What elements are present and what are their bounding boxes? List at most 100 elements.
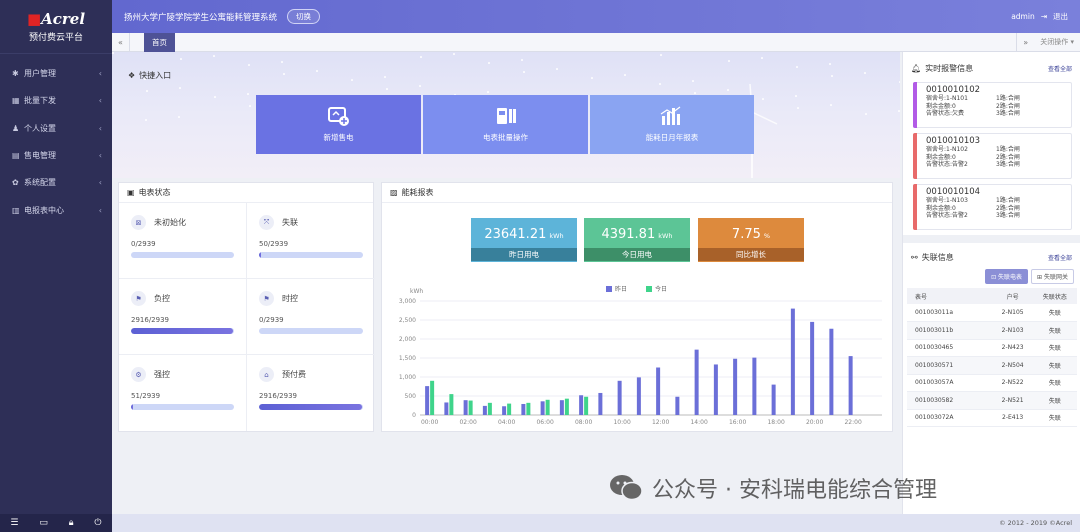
meter-batch-button[interactable]: 电表批量操作 — [423, 95, 588, 154]
bar-today — [545, 399, 550, 415]
alarm-meter-id: 0010010102 — [926, 85, 981, 95]
star — [797, 107, 799, 109]
alarm-dorm: 宿舍号:1-N101 — [926, 95, 968, 102]
legend-swatch — [606, 286, 612, 292]
growth-unit: % — [763, 232, 771, 240]
status-load-control[interactable]: ⚑ 负控 2916/2939 — [119, 279, 247, 355]
sidebar-item-label: 电报表中心 — [24, 205, 64, 215]
meter-status-grid: ⊠ 未初始化 0/2939 ⤧ 失联 50/2939 ⚑ 负控 2916/2939 ⚑… — [119, 203, 375, 431]
logout-button[interactable]: 退出 — [1053, 11, 1068, 22]
star — [179, 87, 181, 89]
alarm-meter-id: 0010010104 — [926, 187, 981, 197]
star — [351, 79, 353, 81]
column-room-no[interactable]: 户号 — [992, 288, 1033, 304]
tab-scroll-left-icon[interactable]: « — [112, 32, 130, 52]
alarm-state: 告警状态:告警2 — [926, 212, 968, 219]
sidebar-item-report-center[interactable]: ▥ 电报表中心 ‹ — [0, 196, 112, 223]
column-meter-no[interactable]: 表号 — [907, 288, 993, 304]
table-row[interactable]: 001003011b 2-N103 失联 — [907, 321, 1077, 340]
alarm-route-2: 2路:合闸 — [996, 102, 1020, 110]
bell-icon: 🔔︎ — [911, 63, 922, 73]
lost-header: ⚯ 失联信息 查看全部 — [903, 247, 1080, 267]
lock-icon[interactable]: 🔒︎ — [69, 518, 74, 528]
alarm-list: 0010010102 宿舍号:1-N101 1路:合闸 剩余金额:0 2路:合闸 告警状态… — [903, 82, 1080, 230]
energy-report-button[interactable]: 能耗日月年报表 — [590, 95, 754, 154]
status-forced-control[interactable]: ⚙ 强控 51/2939 — [119, 355, 247, 431]
alarm-card[interactable]: 0010010104 宿舍号:1-N103 1路:合闸 剩余金额:0 2路:合闸 告警状态… — [913, 184, 1072, 230]
tab-home[interactable]: 首页 — [144, 32, 175, 52]
status-time-control[interactable]: ⚑ 时控 0/2939 — [247, 279, 375, 355]
meter-status-panel: ▣ 电表状态 ⊠ 未初始化 0/2939 ⤧ 失联 50/2939 ⚑ 负控 2916… — [118, 182, 375, 432]
star — [420, 56, 422, 58]
table-row[interactable]: 001003057A 2-N522 失联 — [907, 374, 1077, 392]
star — [761, 57, 763, 59]
bar-yesterday — [579, 395, 584, 415]
table-row[interactable]: 001003011a 2-N105 失联 — [907, 304, 1077, 322]
stat-today: 4391.81 kWh 今日用电 — [584, 218, 690, 262]
chevron-left-icon: ‹ — [98, 178, 102, 188]
bar-today — [449, 394, 454, 415]
alarm-route-2: 2路:合闸 — [996, 204, 1020, 212]
status-uninitialized[interactable]: ⊠ 未初始化 0/2939 — [119, 203, 247, 279]
alarm-card[interactable]: 0010010103 宿舍号:1-N102 1路:合闸 剩余金额:0 2路:合闸 告警状态… — [913, 133, 1072, 179]
energy-bar-chart: kWh 0 500 1,000 1,500 2,000 2,500 3,000 00:00 02:… — [399, 285, 882, 426]
bar-today — [526, 402, 531, 415]
cell-meter-no: 001003011b — [907, 321, 993, 340]
column-lost-status[interactable]: 失联状态 — [1032, 288, 1077, 304]
apps-icon: ❖ — [128, 71, 136, 80]
bar-yesterday — [656, 367, 661, 415]
alarm-card[interactable]: 0010010102 宿舍号:1-N101 1路:合闸 剩余金额:0 2路:合闸 告警状态… — [913, 82, 1072, 128]
chevron-left-icon: ‹ — [98, 123, 102, 133]
sidebar-item-batch-issue[interactable]: ▦ 批量下发 ‹ — [0, 87, 112, 114]
close-operation-menu[interactable]: 关闭操作 ▾ — [1034, 37, 1080, 47]
status-progress-fill — [259, 404, 362, 410]
star — [831, 75, 833, 77]
tab-scroll-right-icon[interactable]: » — [1016, 32, 1034, 52]
y-tick-label: 2,500 — [399, 317, 416, 324]
cell-room-no: 2-E413 — [992, 409, 1033, 427]
status-progress — [259, 252, 363, 258]
wechat-icon — [610, 475, 643, 501]
meter-batch-icon — [496, 108, 516, 124]
switch-button[interactable]: 切换 — [287, 9, 321, 24]
logout-icon[interactable]: ⇥ — [1041, 12, 1047, 21]
table-row[interactable]: 0010030571 2-N504 失联 — [907, 356, 1077, 375]
sidebar-item-label: 系统配置 — [24, 178, 56, 188]
bar-yesterday — [636, 377, 641, 415]
cell-meter-no: 001003072A — [907, 409, 993, 427]
star — [145, 119, 147, 121]
sidebar-item-sales-management[interactable]: ▤ 售电管理 ‹ — [0, 142, 112, 169]
username[interactable]: admin — [1011, 12, 1035, 21]
star — [865, 113, 867, 115]
status-count: 50/2939 — [259, 240, 289, 248]
bar-yesterday — [733, 358, 738, 415]
power-icon[interactable]: ⏻ — [94, 518, 101, 528]
lost-table: 表号 户号 失联状态 001003011a 2-N105 失联 001003011b 2… — [907, 288, 1077, 427]
sidebar-item-label: 用户管理 — [24, 69, 56, 79]
cell-room-no: 2-N521 — [992, 391, 1033, 410]
cell-lost-status: 失联 — [1032, 409, 1077, 427]
x-tick-label: 14:00 — [690, 419, 707, 426]
status-lost-connection[interactable]: ⤧ 失联 50/2939 — [247, 203, 375, 279]
new-sale-button[interactable]: 新增售电 — [256, 95, 421, 154]
table-row[interactable]: 0010030465 2-N423 失联 — [907, 339, 1077, 357]
x-tick-label: 20:00 — [806, 419, 823, 426]
meter-status-icon: ▣ — [127, 188, 135, 197]
alarm-amount: 剩余金额:0 — [926, 153, 956, 161]
sidebar-item-personal-settings[interactable]: ♟ 个人设置 ‹ — [0, 115, 112, 142]
table-row[interactable]: 001003072A 2-E413 失联 — [907, 409, 1077, 427]
star — [624, 74, 626, 76]
monitor-icon[interactable]: ▭ — [39, 518, 48, 528]
lost-meter-button[interactable]: ⊡ 失联电表 — [985, 269, 1029, 284]
lost-gateway-button[interactable]: ⊞ 失联网关 — [1031, 269, 1074, 284]
sidebar: ■Acrel 预付费云平台 ✱ 用户管理 ‹ ▦ 批量下发 ‹ ♟ 个人设置 ‹ ▤ 售电管理… — [0, 0, 112, 532]
lost-view-all-link[interactable]: 查看全部 — [1048, 253, 1072, 262]
table-row[interactable]: 0010030582 2-N521 失联 — [907, 391, 1077, 410]
cell-meter-no: 0010030571 — [907, 356, 993, 375]
alarm-view-all-link[interactable]: 查看全部 — [1048, 64, 1072, 73]
status-prepaid[interactable]: ⌂ 预付费 2916/2939 — [247, 355, 375, 431]
sidebar-item-system-config[interactable]: ✿ 系统配置 ‹ — [0, 169, 112, 196]
menu-toggle-icon[interactable]: ☰ — [10, 518, 18, 528]
sidebar-item-user-management[interactable]: ✱ 用户管理 ‹ — [0, 60, 112, 87]
main-content: ❖ 快捷入口 新增售电 电表批量操作 能耗日月年报表 ▣ 电表状态 ⊠ 未初始化 … — [112, 52, 900, 514]
